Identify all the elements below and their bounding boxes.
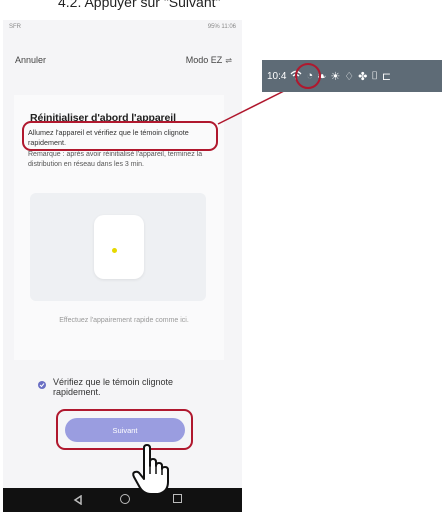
fan-icon: ✤ — [358, 70, 368, 83]
sun-icon: ☀ — [330, 70, 341, 83]
drop-icon: ♢ — [344, 70, 355, 83]
inset-time: 10:4 — [267, 70, 287, 82]
status-bar-zoom-inset: 10:4 ◔ ❧ ☀ ♢ ✤ ⌷ ⊏ — [262, 60, 442, 92]
pointing-hand-icon — [132, 444, 169, 495]
swing-icon: ⌷ — [371, 69, 378, 82]
wifi-highlight-circle — [295, 63, 321, 89]
plug-icon: ⊏ — [381, 70, 392, 83]
